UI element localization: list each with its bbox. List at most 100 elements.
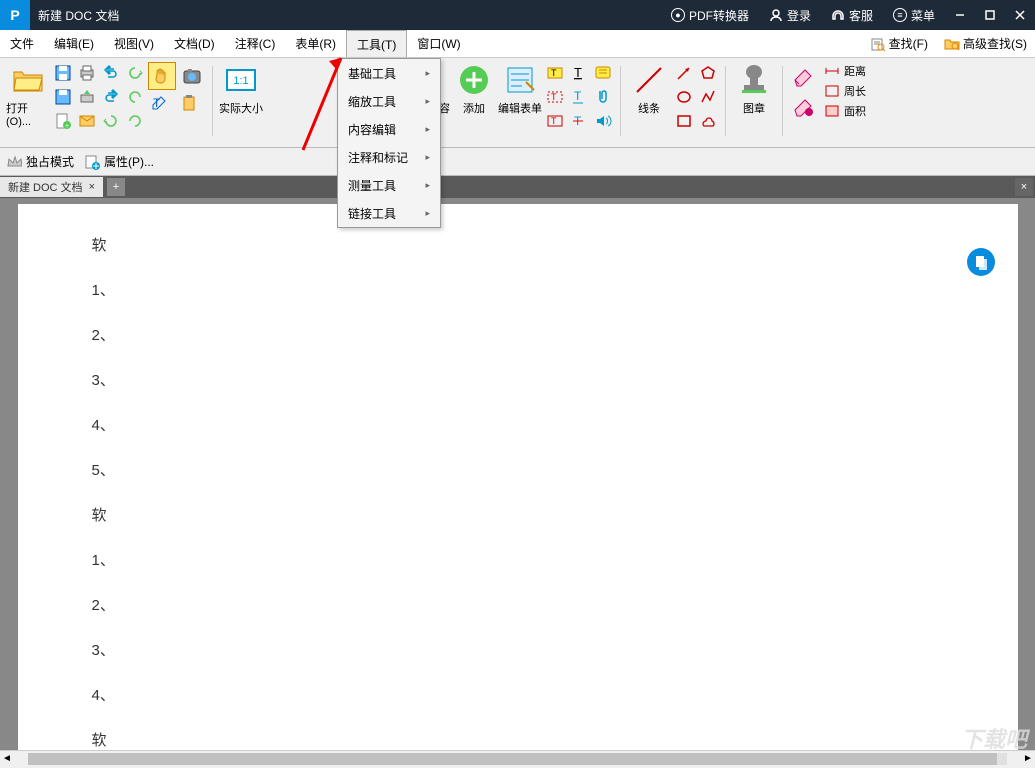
tabbar-close-button[interactable]: × xyxy=(1015,178,1033,196)
menu-view[interactable]: 视图(V) xyxy=(104,30,164,57)
rotate-left-button[interactable] xyxy=(100,110,122,132)
underline-button[interactable]: T xyxy=(568,86,590,108)
lines-label: 线条 xyxy=(638,100,660,116)
tab-close-icon[interactable]: × xyxy=(89,181,95,193)
rotate-cw-button[interactable] xyxy=(124,62,146,84)
undo-button[interactable] xyxy=(100,62,122,84)
maximize-button[interactable] xyxy=(975,0,1005,30)
mail-button[interactable] xyxy=(76,110,98,132)
menu-file[interactable]: 文件 xyxy=(0,30,44,57)
service-button[interactable]: 客服 xyxy=(821,0,883,30)
hand-tool-button[interactable] xyxy=(148,62,176,90)
rotate-other-button[interactable] xyxy=(124,110,146,132)
shapes-column-1 xyxy=(673,62,695,132)
area-label: 面积 xyxy=(844,103,866,119)
strikethrough-button[interactable]: T xyxy=(568,110,590,132)
textbox2-button[interactable]: T xyxy=(544,110,566,132)
exclusive-mode-button[interactable]: 独占模式 xyxy=(6,153,74,170)
saveas-button[interactable] xyxy=(52,62,74,84)
redo-button[interactable] xyxy=(100,86,122,108)
new-button[interactable]: + xyxy=(52,110,74,132)
document-page: 软 1、 2、 3、 4、 5、 软 1、 2、 3、 4、 软 使 xyxy=(18,204,1018,750)
svg-text:T: T xyxy=(574,65,582,80)
menu-tools[interactable]: 工具(T) xyxy=(346,30,407,57)
menu-comment[interactable]: 注释(C) xyxy=(225,30,286,57)
perimeter-button[interactable]: 周长 xyxy=(823,82,866,100)
attach-button[interactable] xyxy=(592,86,614,108)
minimize-button[interactable] xyxy=(945,0,975,30)
user-icon xyxy=(769,8,783,22)
save-button[interactable] xyxy=(52,86,74,108)
rect-button[interactable] xyxy=(673,110,695,132)
print-button[interactable] xyxy=(76,62,98,84)
sound-button[interactable] xyxy=(592,110,614,132)
add-button[interactable]: 添加 xyxy=(452,62,496,116)
file-ops-column: + xyxy=(52,62,74,132)
perimeter-label: 周长 xyxy=(844,83,866,99)
eraser2-button[interactable] xyxy=(789,92,817,120)
edit-form-button[interactable]: 编辑表单 xyxy=(498,62,542,116)
distance-button[interactable]: 距离 xyxy=(823,62,866,80)
ribbon-toolbar: 打开(O)... + T 1:1 实际大小 T 编辑内容 xyxy=(0,58,1035,148)
rotate-ccw-button[interactable] xyxy=(124,86,146,108)
dropdown-item-basic[interactable]: 基础工具▸ xyxy=(338,59,440,87)
note-button[interactable] xyxy=(592,62,614,84)
submenu-arrow-icon: ▸ xyxy=(425,152,430,163)
separator xyxy=(725,66,726,136)
add-tab-button[interactable]: + xyxy=(107,178,125,196)
polygon-button[interactable] xyxy=(697,62,719,84)
adv-find-button[interactable]: 高级查找(S) xyxy=(936,30,1035,57)
separator xyxy=(620,66,621,136)
snapshot-column xyxy=(178,62,206,114)
scroll-right-arrow[interactable]: ► xyxy=(1021,752,1035,766)
find-button[interactable]: 查找(F) xyxy=(862,30,936,57)
login-button[interactable]: 登录 xyxy=(759,0,821,30)
menu-window[interactable]: 窗口(W) xyxy=(407,30,470,57)
stamp-button[interactable]: 图章 xyxy=(732,62,776,116)
scroll-left-arrow[interactable]: ◄ xyxy=(0,752,14,766)
circle-icon: ● xyxy=(671,8,685,22)
text-select-button[interactable]: T xyxy=(148,92,170,114)
scroll-track[interactable] xyxy=(28,753,1007,765)
props-icon xyxy=(84,154,100,170)
window-title: 新建 DOC 文档 xyxy=(38,7,661,24)
pdf-converter-button[interactable]: ● PDF转换器 xyxy=(661,0,759,30)
menu-document[interactable]: 文档(D) xyxy=(164,30,225,57)
circle-button[interactable] xyxy=(673,86,695,108)
dropdown-item-link[interactable]: 链接工具▸ xyxy=(338,199,440,227)
arrow-button[interactable] xyxy=(673,62,695,84)
dropdown-item-content[interactable]: 内容编辑▸ xyxy=(338,115,440,143)
lines-button[interactable]: 线条 xyxy=(627,62,671,116)
polyline-button[interactable] xyxy=(697,86,719,108)
floating-action-button[interactable] xyxy=(967,248,995,276)
dropdown-item-measure[interactable]: 测量工具▸ xyxy=(338,171,440,199)
menu-button[interactable]: ≡ 菜单 xyxy=(883,0,945,30)
headset-icon xyxy=(831,8,845,22)
open-button[interactable]: 打开(O)... xyxy=(6,62,50,128)
close-button[interactable] xyxy=(1005,0,1035,30)
real-size-button[interactable]: 1:1 实际大小 xyxy=(219,62,263,116)
cloud-button[interactable] xyxy=(697,110,719,132)
eraser-button[interactable] xyxy=(789,62,817,90)
highlight-button[interactable]: T xyxy=(544,62,566,84)
document-tab[interactable]: 新建 DOC 文档 × xyxy=(0,177,103,197)
snapshot-button[interactable] xyxy=(178,62,206,90)
rotate-column xyxy=(124,62,146,132)
print-up-button[interactable] xyxy=(76,86,98,108)
dropdown-item-annotation[interactable]: 注释和标记▸ xyxy=(338,143,440,171)
crown-icon xyxy=(6,154,22,170)
dropdown-item-zoom[interactable]: 缩放工具▸ xyxy=(338,87,440,115)
doc-line: 4、 xyxy=(92,414,944,435)
service-label: 客服 xyxy=(849,7,873,24)
highlight-t-button[interactable]: T xyxy=(568,62,590,84)
document-area[interactable]: 软 1、 2、 3、 4、 5、 软 1、 2、 3、 4、 软 使 xyxy=(0,198,1035,750)
menu-edit[interactable]: 编辑(E) xyxy=(44,30,104,57)
scroll-thumb[interactable] xyxy=(28,753,997,765)
area-button[interactable]: 面积 xyxy=(823,102,866,120)
properties-button[interactable]: 属性(P)... xyxy=(84,153,154,170)
menu-form[interactable]: 表单(R) xyxy=(285,30,346,57)
clipboard-button[interactable] xyxy=(178,92,200,114)
horizontal-scrollbar[interactable]: ◄ ► xyxy=(0,750,1035,766)
textbox-button[interactable]: T xyxy=(544,86,566,108)
doc-line: 软 xyxy=(92,234,944,255)
